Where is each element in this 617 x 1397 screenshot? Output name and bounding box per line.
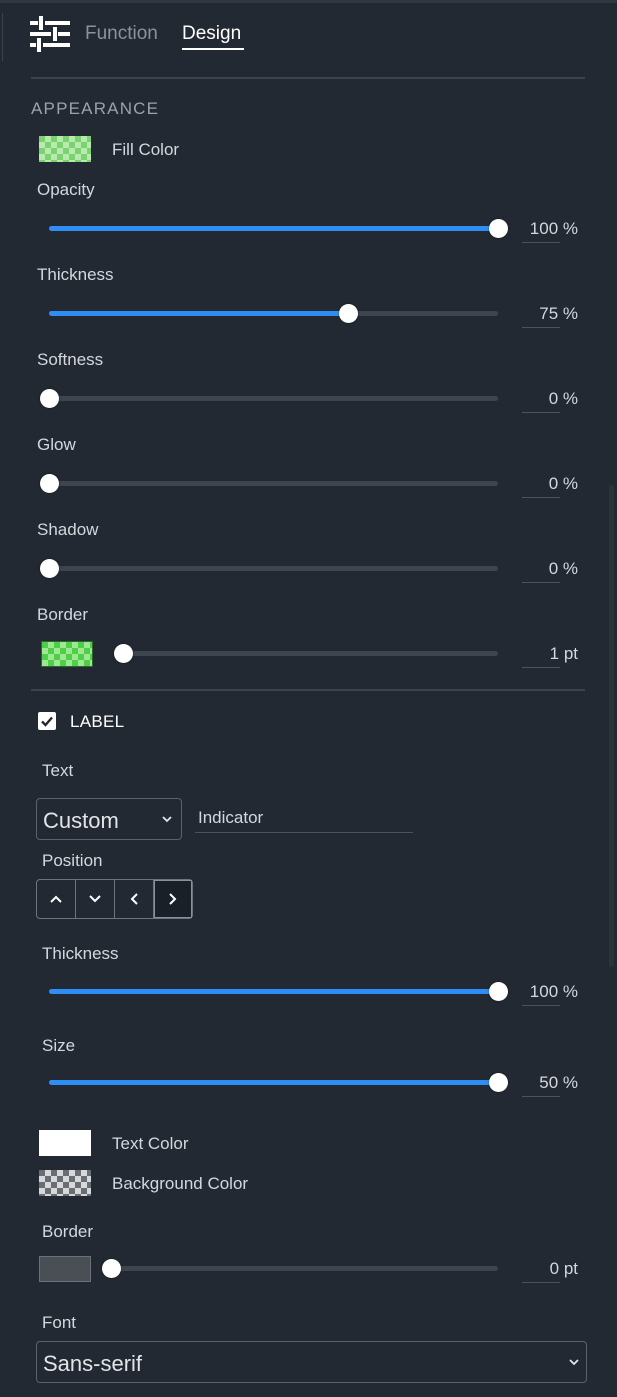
glow-label: Glow xyxy=(37,435,76,454)
label-section-title: LABEL xyxy=(70,712,125,731)
font-label: Font xyxy=(42,1313,77,1332)
thickness-slider[interactable] xyxy=(49,303,498,323)
label-border-value[interactable]: 0 pt xyxy=(522,1259,578,1279)
chevron-right-icon xyxy=(169,893,177,905)
slider-thumb[interactable] xyxy=(40,559,59,578)
font-select-value: Sans-serif xyxy=(43,1351,143,1376)
background-color-label: Background Color xyxy=(112,1174,249,1193)
position-label: Position xyxy=(42,851,103,870)
slider-fill xyxy=(49,311,348,316)
size-value-underline xyxy=(522,1096,560,1097)
slider-thumb[interactable] xyxy=(489,982,508,1001)
text-mode-value: Custom xyxy=(43,808,119,833)
slider-track xyxy=(49,481,498,486)
text-mode-select[interactable]: Custom xyxy=(36,798,182,840)
slider-thumb[interactable] xyxy=(114,644,133,663)
label-text-value: Indicator xyxy=(198,808,264,827)
chevron-down-icon xyxy=(569,1359,579,1366)
label-thickness-label: Thickness xyxy=(42,944,119,963)
glow-value-underline xyxy=(522,497,560,498)
position-left-button[interactable] xyxy=(115,880,154,918)
font-select[interactable]: Sans-serif xyxy=(36,1341,587,1383)
shadow-slider[interactable] xyxy=(40,558,498,578)
checkmark-icon xyxy=(41,716,53,727)
chevron-down-icon xyxy=(162,816,172,823)
border-value-underline xyxy=(522,667,560,668)
slider-track xyxy=(123,651,498,656)
label-border-color-swatch[interactable] xyxy=(39,1256,91,1282)
text-color-swatch[interactable] xyxy=(39,1130,91,1156)
chevron-left-icon xyxy=(130,893,138,905)
shadow-label: Shadow xyxy=(37,520,99,539)
label-border-label: Border xyxy=(42,1222,94,1241)
position-right-button[interactable] xyxy=(154,880,192,918)
border-color-swatch[interactable] xyxy=(41,641,93,667)
slider-track xyxy=(111,1266,498,1271)
softness-label: Softness xyxy=(37,350,104,369)
label-text-input[interactable]: Indicator xyxy=(195,806,413,833)
position-top-button[interactable] xyxy=(37,880,76,918)
thickness-label: Thickness xyxy=(37,265,114,284)
softness-slider[interactable] xyxy=(40,388,498,408)
opacity-slider[interactable] xyxy=(49,218,508,238)
tab-design-underline xyxy=(182,48,244,50)
appearance-divider xyxy=(31,689,585,691)
position-button-group xyxy=(36,879,193,919)
size-slider[interactable] xyxy=(49,1072,508,1092)
size-value[interactable]: 50 % xyxy=(522,1073,578,1093)
glow-value[interactable]: 0 % xyxy=(522,474,578,494)
chevron-up-icon xyxy=(50,895,62,903)
border-slider[interactable] xyxy=(114,643,498,663)
scrollbar[interactable] xyxy=(609,485,614,967)
slider-thumb[interactable] xyxy=(489,1073,508,1092)
appearance-section-title: APPEARANCE xyxy=(31,99,160,118)
fill-color-swatch[interactable] xyxy=(39,136,91,162)
opacity-value[interactable]: 100 % xyxy=(522,219,578,239)
slider-track xyxy=(49,566,498,571)
background-color-swatch[interactable] xyxy=(39,1170,91,1196)
opacity-label: Opacity xyxy=(37,180,95,199)
slider-thumb[interactable] xyxy=(489,219,508,238)
tab-design[interactable]: Design xyxy=(182,23,241,45)
sliders-icon xyxy=(30,16,70,52)
header-divider xyxy=(31,77,585,79)
border-label: Border xyxy=(37,605,89,624)
chevron-down-icon xyxy=(89,895,101,903)
border-value[interactable]: 1 pt xyxy=(522,644,578,664)
softness-value-underline xyxy=(522,412,560,413)
shadow-value[interactable]: 0 % xyxy=(522,559,578,579)
label-thickness-value[interactable]: 100 % xyxy=(522,982,578,1002)
slider-fill xyxy=(49,226,498,231)
slider-thumb[interactable] xyxy=(338,304,358,323)
left-rule xyxy=(2,13,3,61)
label-thickness-value-underline xyxy=(522,1005,560,1006)
label-border-value-underline xyxy=(522,1282,560,1283)
tab-function[interactable]: Function xyxy=(85,23,158,45)
slider-fill xyxy=(49,1080,498,1085)
text-color-label: Text Color xyxy=(112,1134,189,1153)
softness-value[interactable]: 0 % xyxy=(522,389,578,409)
opacity-value-underline xyxy=(522,242,560,243)
slider-thumb[interactable] xyxy=(40,474,59,493)
shadow-value-underline xyxy=(522,582,560,583)
top-border xyxy=(0,0,617,3)
glow-slider[interactable] xyxy=(40,473,498,493)
slider-thumb[interactable] xyxy=(40,389,59,408)
slider-thumb[interactable] xyxy=(102,1259,121,1278)
size-label: Size xyxy=(42,1036,76,1055)
position-bottom-button[interactable] xyxy=(76,880,115,918)
fill-color-label: Fill Color xyxy=(112,140,180,159)
label-border-slider[interactable] xyxy=(102,1258,498,1278)
slider-fill xyxy=(49,989,498,994)
text-label: Text xyxy=(42,761,74,780)
thickness-value-underline xyxy=(522,327,560,328)
thickness-value[interactable]: 75 % xyxy=(522,304,578,324)
label-checkbox[interactable] xyxy=(38,712,56,730)
slider-track xyxy=(49,396,498,401)
label-thickness-slider[interactable] xyxy=(49,981,508,1001)
